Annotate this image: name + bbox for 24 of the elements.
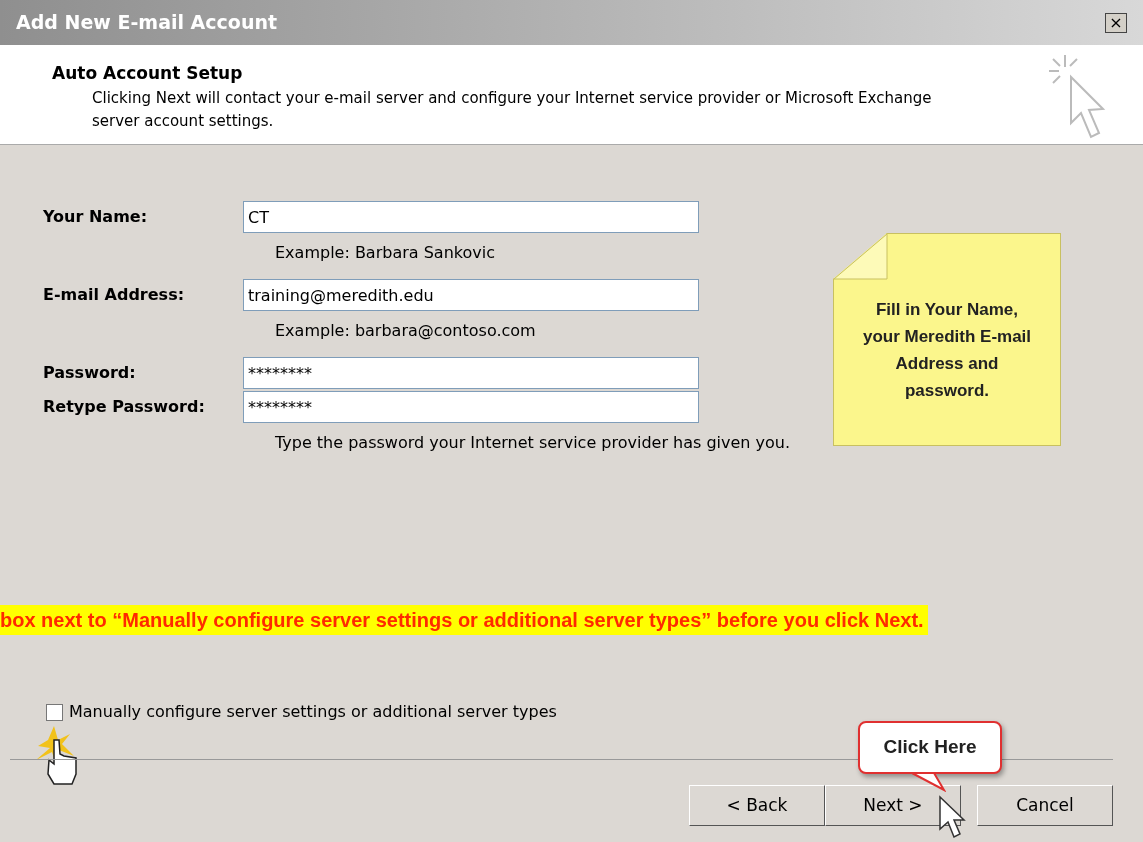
text-field[interactable]: ******** <box>243 357 699 389</box>
field-label: Your Name: <box>43 206 149 228</box>
field-label: Password: <box>43 362 137 384</box>
callout-text: Click Here <box>883 735 977 760</box>
text-field[interactable]: ******** <box>243 391 699 423</box>
header-title: Auto Account Setup <box>52 62 244 85</box>
field-label: Retype Password: <box>43 396 206 418</box>
header-description: Clicking Next will contact your e-mail server and configure your Internet service provider or Microsoft Exchange server account settings. <box>92 87 933 132</box>
field-label: E-mail Address: <box>43 284 186 306</box>
note-text: Fill in Your Name, your Meredith E-mail Address and password. <box>861 298 1033 402</box>
field-hint: Type the password your Internet service provider has given you. <box>275 432 791 454</box>
dialog-button[interactable]: Cancel <box>977 785 1113 826</box>
field-hint: Example: barbara@contoso.com <box>275 320 536 342</box>
text-field[interactable]: training@meredith.edu <box>243 279 699 311</box>
dialog-button[interactable]: Next > <box>825 785 961 826</box>
text-field[interactable]: CT <box>243 201 699 233</box>
banner-text: box next to “Manually configure server settings or additional server types” before you click Next. <box>0 608 924 633</box>
window-title: Add New E-mail Account <box>16 10 278 36</box>
field-hint: Example: Barbara Sankovic <box>275 242 495 264</box>
dialog-button[interactable]: < Back <box>689 785 825 826</box>
checkbox-label: Manually configure server settings or additional server types <box>69 701 557 723</box>
mouse-pointer-icon <box>938 795 966 839</box>
checkbox[interactable] <box>46 703 63 721</box>
close-button[interactable]: × <box>1105 12 1127 33</box>
